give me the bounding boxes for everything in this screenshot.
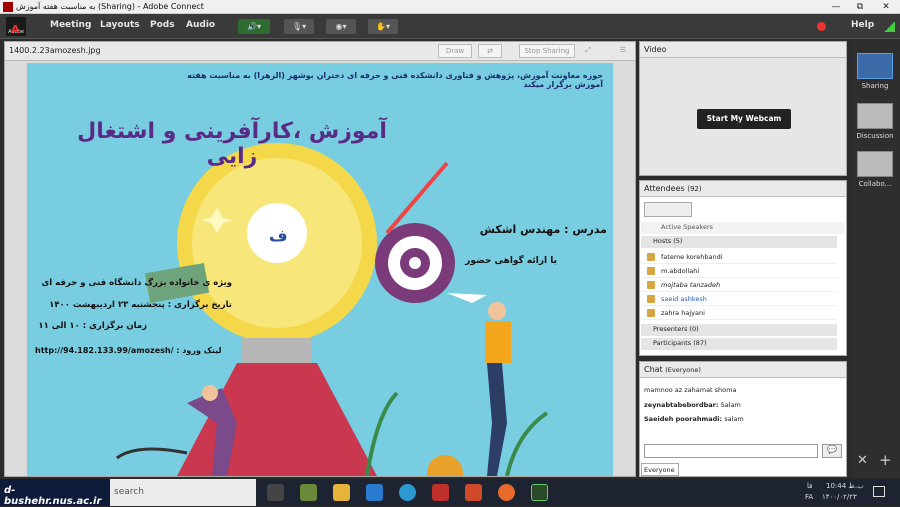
fullscreen-icon[interactable]: ⤢: [580, 44, 596, 58]
microphone-icon[interactable]: 🎙▾: [284, 19, 314, 34]
view-toggle[interactable]: [644, 202, 692, 217]
language-indicator[interactable]: FA: [805, 493, 813, 501]
chat-message: zeynabtabebordbar: Salam: [644, 401, 741, 409]
menu-layouts[interactable]: Layouts: [100, 20, 140, 30]
clock-time: ب.ظ 10:44: [826, 482, 864, 490]
task-view-icon[interactable]: [267, 484, 284, 501]
adobe-logo: A Adobe: [6, 17, 26, 36]
chat-input[interactable]: [644, 444, 818, 458]
minimize-button[interactable]: —: [824, 1, 848, 13]
svg-text:ف: ف: [269, 226, 288, 245]
close-layout-icon[interactable]: ✕: [857, 453, 868, 468]
taskbar: d-bushehr.nus.ac.ir search فا FA ب.ظ 10:…: [0, 479, 900, 507]
maximize-button[interactable]: ⧉: [848, 1, 872, 13]
powerpoint-icon[interactable]: [465, 484, 482, 501]
layouts-bar: Sharing Discussion Collabo... ✕ +: [851, 41, 900, 477]
draw-button[interactable]: Draw: [438, 44, 472, 58]
watermark: d-bushehr.nus.ac.ir: [0, 479, 110, 507]
list-item[interactable]: saeid ashkesh: [641, 292, 837, 306]
menu-help[interactable]: Help: [851, 20, 874, 30]
file-explorer-icon[interactable]: [333, 484, 350, 501]
list-item[interactable]: fateme korehbandi: [641, 250, 837, 264]
attendees-pod: Attendees (92) Active Speakers Hosts (5)…: [639, 180, 847, 356]
active-speakers: Active Speakers: [641, 222, 845, 234]
sync-icon[interactable]: ⇄: [478, 44, 502, 58]
adobe-connect-icon[interactable]: [531, 484, 548, 501]
chat-header: Chat (Everyone): [640, 362, 846, 378]
video-pod: Video Start My Webcam: [639, 41, 847, 176]
slide-teacher: مدرس : مهندس اشکش: [479, 223, 607, 236]
shared-slide: ف حوزه معاونت آموزش، پژوهش و فناوری دانش…: [27, 63, 613, 476]
start-webcam-button[interactable]: Start My Webcam: [697, 109, 791, 129]
chat-message: Saeideh poorahmadi: salam: [644, 415, 744, 423]
speaker-icon[interactable]: 🔊▾: [238, 19, 270, 34]
notification-icon[interactable]: [873, 486, 885, 497]
menu-pods[interactable]: Pods: [150, 20, 175, 30]
menu-meeting[interactable]: Meeting: [50, 20, 91, 30]
search-input[interactable]: d-bushehr.nus.ac.ir search: [0, 479, 256, 507]
clock-date: ۱۴۰۰/۰۲/۲۳: [822, 493, 857, 501]
stop-sharing-button[interactable]: Stop Sharing: [519, 44, 575, 58]
share-toolbar: 1400.2.23amozesh.jpg Draw ⇄ Stop Sharing…: [5, 42, 635, 61]
edge-icon[interactable]: [399, 484, 416, 501]
video-pod-title: Video: [640, 42, 846, 58]
title-bar: به مناسبت هفته آموزش (Sharing) - Adobe C…: [0, 0, 900, 14]
ime-indicator[interactable]: فا: [807, 482, 812, 490]
menu-bar: A Adobe Meeting Layouts Pods Audio 🔊▾ 🎙▾ …: [0, 14, 900, 39]
signal-icon: [884, 22, 895, 32]
chat-tab-everyone[interactable]: Everyone: [641, 463, 679, 476]
layout-collaboration[interactable]: Collabo...: [856, 151, 894, 188]
send-icon[interactable]: 💬: [822, 444, 842, 458]
slide-link: http://94.182.133.99/amozesh/ : لینک ورو…: [35, 346, 222, 355]
slide-line2: تاریخ برگزاری : پنجشنبه ۲۳ اردیبهشت ۱۴۰۰: [49, 300, 232, 310]
pdf-icon[interactable]: [432, 484, 449, 501]
hosts-group[interactable]: Hosts (5): [641, 236, 837, 248]
add-layout-icon[interactable]: +: [879, 451, 892, 469]
slide-certificate: با ارائه گواهی حضور: [465, 256, 557, 266]
mail-icon[interactable]: [366, 484, 383, 501]
close-button[interactable]: ✕: [874, 1, 898, 13]
firefox-icon[interactable]: [498, 484, 515, 501]
raise-hand-icon[interactable]: ✋▾: [368, 19, 398, 34]
chat-pod: Chat (Everyone) mamnoo az zahamat shoma …: [639, 361, 847, 477]
share-filename: 1400.2.23amozesh.jpg: [9, 46, 101, 55]
webcam-icon[interactable]: ◉▾: [326, 19, 356, 34]
slide-header: حوزه معاونت آموزش، پژوهش و فناوری دانشکد…: [187, 71, 603, 89]
share-pod: 1400.2.23amozesh.jpg Draw ⇄ Stop Sharing…: [4, 41, 636, 477]
list-item[interactable]: mojtaba tanzadeh: [641, 278, 837, 292]
layout-discussion[interactable]: Discussion: [856, 103, 894, 140]
window-title: به مناسبت هفته آموزش (Sharing) - Adobe C…: [16, 2, 204, 11]
app-icon: [3, 2, 13, 12]
record-icon[interactable]: [817, 22, 826, 31]
pod-menu-icon[interactable]: ☰: [615, 44, 631, 58]
app-icon[interactable]: [300, 484, 317, 501]
attendees-header: Attendees (92): [640, 181, 846, 197]
list-item[interactable]: m.abdollahi: [641, 264, 837, 278]
menu-audio[interactable]: Audio: [186, 20, 215, 30]
presenters-group[interactable]: Presenters (0): [641, 324, 837, 336]
slide-line3: زمان برگزاری : ۱۰ الی ۱۱: [38, 321, 147, 331]
layout-sharing[interactable]: Sharing: [856, 53, 894, 90]
slide-title: آموزش ،کارآفرینی و اشتغال زایی: [77, 119, 387, 169]
list-item[interactable]: zahra hajyani: [641, 306, 837, 320]
slide-line1: ویژه ی خانواده بزرگ دانشگاه فنی و حرفه ا…: [41, 278, 232, 288]
chat-message: mamnoo az zahamat shoma: [644, 386, 737, 394]
participants-group[interactable]: Participants (87): [641, 338, 837, 350]
